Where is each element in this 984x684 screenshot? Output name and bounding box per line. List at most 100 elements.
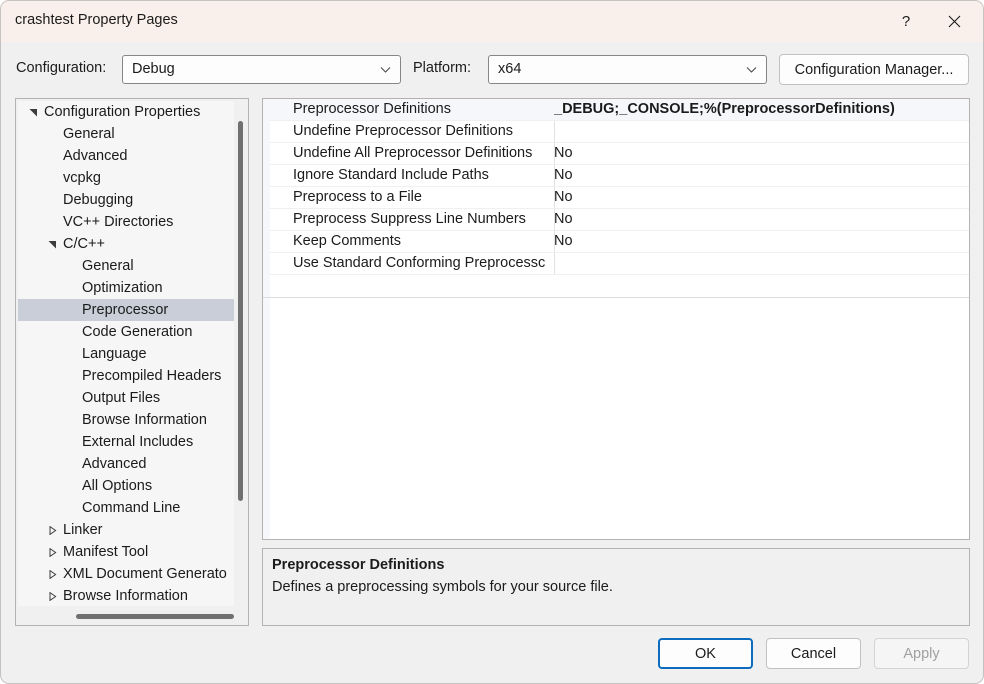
tree-item-label: General xyxy=(63,126,115,142)
tree-item-debugging[interactable]: Debugging xyxy=(18,189,236,211)
tree-item-advanced[interactable]: Advanced xyxy=(18,145,236,167)
property-name: Undefine Preprocessor Definitions xyxy=(293,123,514,139)
tree-horizontal-scroll-thumb[interactable] xyxy=(76,614,234,619)
apply-button: Apply xyxy=(874,638,969,669)
tree-item-label: Code Generation xyxy=(82,324,193,340)
tree-item-vc-directories[interactable]: VC++ Directories xyxy=(18,211,236,233)
configuration-tree-panel: Configuration Properties General Advanced v… xyxy=(15,98,249,626)
tree-item-external-includes[interactable]: External Includes xyxy=(18,431,236,453)
description-text: Defines a preprocessing symbols for your… xyxy=(272,579,613,595)
tree-item-label: Browse Information xyxy=(63,588,188,604)
configuration-value: Debug xyxy=(132,61,175,77)
property-value[interactable] xyxy=(554,253,964,275)
property-value[interactable]: No xyxy=(554,231,964,253)
tree-item-code-generation[interactable]: Code Generation xyxy=(18,321,236,343)
property-grid-rows: Preprocessor Definitions _DEBUG;_CONSOLE;… xyxy=(270,99,969,275)
property-row[interactable]: Keep Comments No xyxy=(270,231,969,253)
configuration-label: Configuration: xyxy=(16,60,107,76)
expander-collapsed-icon[interactable] xyxy=(45,519,59,541)
property-row[interactable]: Preprocess Suppress Line Numbers No xyxy=(270,209,969,231)
configuration-combobox[interactable]: Debug xyxy=(122,55,401,84)
property-value[interactable]: No xyxy=(554,187,964,209)
tree-item-output-files[interactable]: Output Files xyxy=(18,387,236,409)
tree-item-linker[interactable]: Linker xyxy=(18,519,236,541)
property-grid-panel: Preprocessor Definitions _DEBUG;_CONSOLE;… xyxy=(262,98,970,540)
platform-label: Platform: xyxy=(413,60,472,76)
property-name: Use Standard Conforming Preprocessc xyxy=(293,255,546,271)
tree-item-label: External Includes xyxy=(82,434,194,450)
platform-combobox[interactable]: x64 xyxy=(488,55,767,84)
property-row[interactable]: Ignore Standard Include Paths No xyxy=(270,165,969,187)
tree-item-general[interactable]: General xyxy=(18,123,236,145)
tree-item-configuration-properties[interactable]: Configuration Properties xyxy=(18,101,236,123)
configuration-tree[interactable]: Configuration Properties General Advanced v… xyxy=(18,101,236,606)
property-name: Keep Comments xyxy=(293,233,401,249)
property-grid-end-divider xyxy=(263,297,969,298)
cancel-button[interactable]: Cancel xyxy=(766,638,861,669)
expander-expanded-icon[interactable] xyxy=(45,233,59,255)
property-row[interactable]: Undefine All Preprocessor Definitions No xyxy=(270,143,969,165)
tree-item-label: Advanced xyxy=(63,148,128,164)
description-title: Preprocessor Definitions xyxy=(272,557,445,573)
property-row[interactable]: Use Standard Conforming Preprocessc xyxy=(270,253,969,275)
property-value[interactable]: No xyxy=(554,143,964,165)
property-value[interactable]: No xyxy=(554,209,964,231)
tree-item-manifest-tool[interactable]: Manifest Tool xyxy=(18,541,236,563)
property-pages-window: crashtest Property Pages ? Configuration… xyxy=(0,0,984,684)
configuration-manager-button[interactable]: Configuration Manager... xyxy=(779,54,969,85)
expander-collapsed-icon[interactable] xyxy=(45,563,59,585)
tree-item-advanced[interactable]: Advanced xyxy=(18,453,236,475)
tree-item-label: Preprocessor xyxy=(82,302,169,318)
expander-collapsed-icon[interactable] xyxy=(45,541,59,563)
expander-expanded-icon[interactable] xyxy=(26,101,40,123)
tree-horizontal-scrollbar[interactable] xyxy=(18,609,246,623)
tree-item-label: Advanced xyxy=(82,456,147,472)
tree-item-command-line[interactable]: Command Line xyxy=(18,497,236,519)
tree-item-label: Debugging xyxy=(63,192,134,208)
property-value[interactable] xyxy=(554,121,964,143)
property-name: Ignore Standard Include Paths xyxy=(293,167,489,183)
tree-item-vcpkg[interactable]: vcpkg xyxy=(18,167,236,189)
property-value[interactable]: No xyxy=(554,165,964,187)
tree-item-label: vcpkg xyxy=(63,170,101,186)
property-name: Preprocess to a File xyxy=(293,189,422,205)
property-name: Preprocessor Definitions xyxy=(293,101,451,117)
tree-item-label: XML Document Generato xyxy=(63,566,227,582)
window-title: crashtest Property Pages xyxy=(15,12,178,28)
property-name: Preprocess Suppress Line Numbers xyxy=(293,211,526,227)
tree-item-optimization[interactable]: Optimization xyxy=(18,277,236,299)
tree-item-all-options[interactable]: All Options xyxy=(18,475,236,497)
tree-vertical-scroll-thumb[interactable] xyxy=(238,121,243,501)
property-row[interactable]: Preprocess to a File No xyxy=(270,187,969,209)
tree-item-precompiled-headers[interactable]: Precompiled Headers xyxy=(18,365,236,387)
property-name: Undefine All Preprocessor Definitions xyxy=(293,145,533,161)
tree-item-general[interactable]: General xyxy=(18,255,236,277)
tree-item-c-c[interactable]: C/C++ xyxy=(18,233,236,255)
tree-item-label: Optimization xyxy=(82,280,163,296)
expander-collapsed-icon[interactable] xyxy=(45,585,59,606)
tree-item-browse-information[interactable]: Browse Information xyxy=(18,409,236,431)
tree-item-label: All Options xyxy=(82,478,153,494)
tree-item-label: Output Files xyxy=(82,390,161,406)
property-value[interactable]: _DEBUG;_CONSOLE;%(PreprocessorDefinition… xyxy=(554,99,964,121)
description-panel: Preprocessor Definitions Defines a prepr… xyxy=(262,548,970,626)
property-grid-margin xyxy=(263,99,270,539)
tree-item-xml-document-generato[interactable]: XML Document Generato xyxy=(18,563,236,585)
tree-item-browse-information[interactable]: Browse Information xyxy=(18,585,236,606)
tree-item-preprocessor[interactable]: Preprocessor xyxy=(18,299,236,321)
platform-value: x64 xyxy=(498,61,522,77)
tree-item-language[interactable]: Language xyxy=(18,343,236,365)
chevron-down-icon xyxy=(746,66,757,74)
property-row[interactable]: Undefine Preprocessor Definitions xyxy=(270,121,969,143)
property-row[interactable]: Preprocessor Definitions _DEBUG;_CONSOLE;… xyxy=(270,99,969,121)
chevron-down-icon xyxy=(380,66,391,74)
ok-button[interactable]: OK xyxy=(658,638,753,669)
tree-vertical-scrollbar[interactable] xyxy=(234,101,246,606)
tree-item-label: General xyxy=(82,258,134,274)
tree-item-label: Manifest Tool xyxy=(63,544,149,560)
help-icon[interactable]: ? xyxy=(883,1,929,42)
tree-item-label: VC++ Directories xyxy=(63,214,174,230)
title-bar: crashtest Property Pages ? xyxy=(1,1,983,42)
close-icon[interactable] xyxy=(931,1,977,42)
tree-item-label: Precompiled Headers xyxy=(82,368,222,384)
